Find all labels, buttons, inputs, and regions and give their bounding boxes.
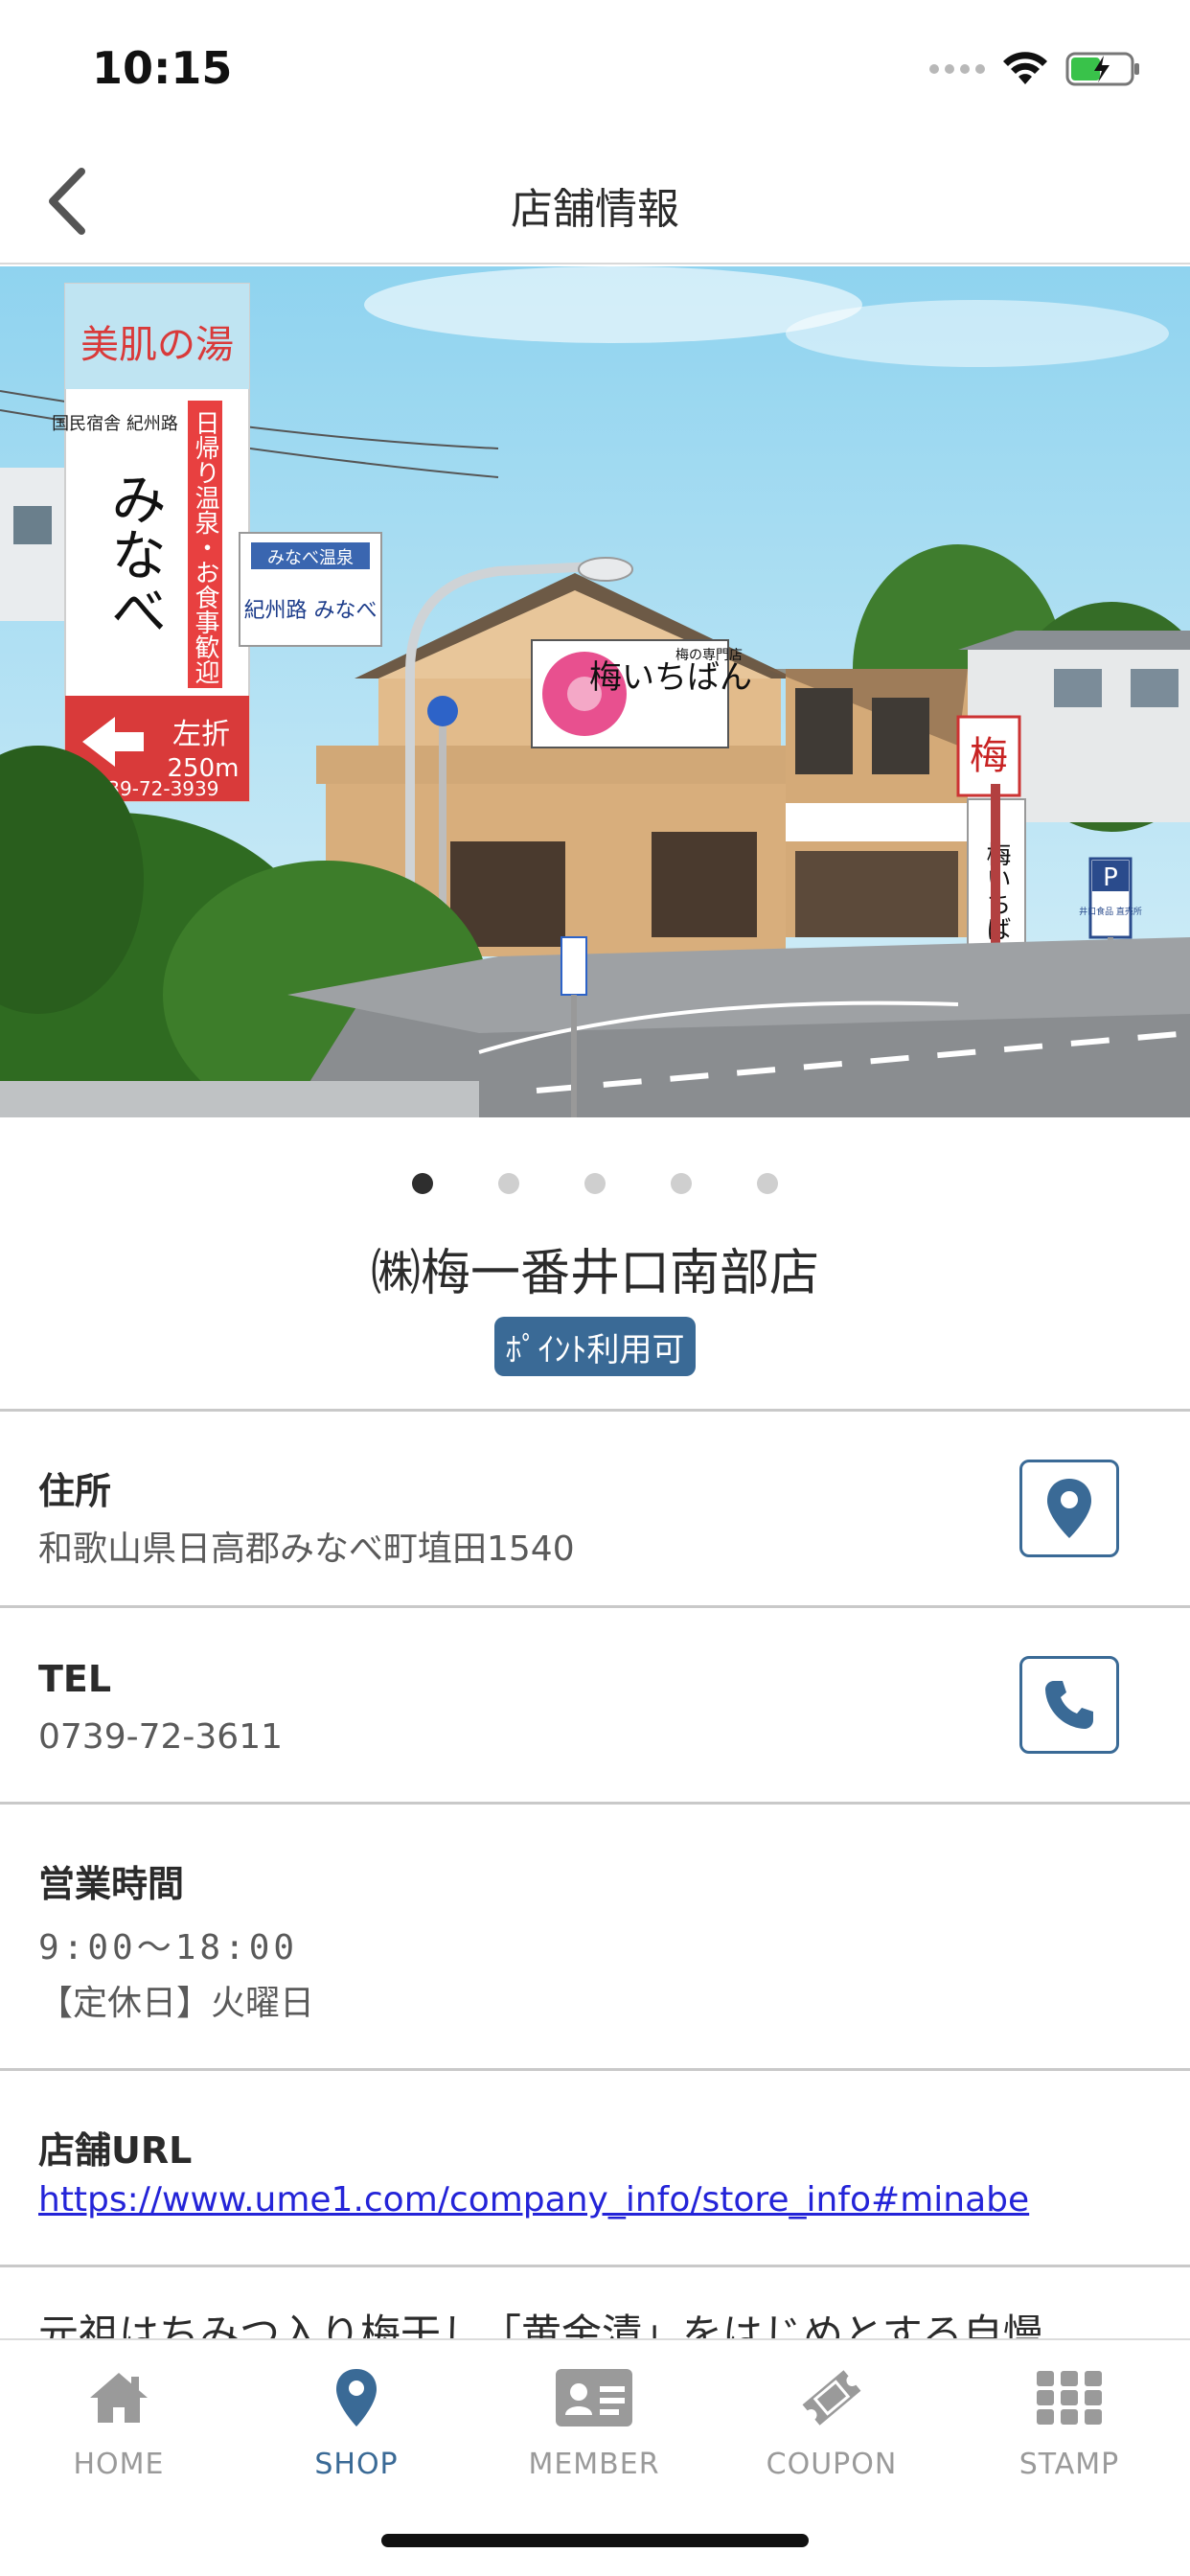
hours-time: 9:00〜18:00 — [38, 1928, 299, 1967]
pager-dot[interactable] — [498, 1173, 519, 1194]
battery-icon — [1065, 52, 1139, 86]
tall-sign-side: 日帰り温泉・お食事歓迎 — [191, 410, 219, 684]
home-icon — [90, 2373, 148, 2423]
tab-stamp[interactable]: STAMP — [950, 2358, 1188, 2481]
tall-sign-sub: 国民宿舎 紀州路 — [52, 414, 178, 434]
building-sign-text: 梅いちばん — [589, 658, 752, 697]
small-sign-top: みなべ温泉 — [267, 548, 354, 568]
tel-row: TEL 0739-72-3611 — [0, 1608, 1190, 1802]
tall-sign-top: 美肌の湯 — [80, 323, 234, 367]
parking-sign: P — [1103, 863, 1118, 892]
wifi-icon — [1003, 52, 1047, 84]
status-bar: 10:15 — [0, 0, 1190, 134]
tab-label: MEMBER — [528, 2448, 660, 2481]
tab-shop[interactable]: SHOP — [238, 2358, 475, 2481]
pager-dot[interactable] — [757, 1173, 778, 1194]
tab-label: HOME — [73, 2448, 165, 2481]
hours-label: 営業時間 — [38, 1863, 185, 1905]
shop-name: ㈱梅一番井口南部店 — [370, 1245, 819, 1302]
shop-photo: 梅いちばん 梅の専門店 美肌の湯 国民宿舎 紀州路 みなべ 日帰り温泉・お食事歓… — [0, 266, 1190, 1117]
carousel-pager — [0, 1173, 1190, 1194]
stamp-grid-icon — [1037, 2371, 1102, 2425]
url-label: 店舗URL — [38, 2129, 193, 2172]
description: 元祖はちみつ入り梅干し「黄金漬」をはじめとする自慢 — [38, 2298, 1159, 2338]
coupon-ticket-icon — [802, 2370, 861, 2426]
tab-home[interactable]: HOME — [0, 2358, 238, 2481]
small-sign-main: 紀州路 みなべ — [244, 599, 378, 623]
map-pin-icon — [336, 2369, 377, 2426]
holiday-value: 【定休日】火曜日 — [38, 1984, 315, 2023]
address-row: 住所 和歌山県日高郡みなべ町埴田1540 — [0, 1412, 1190, 1605]
home-indicator — [381, 2534, 809, 2547]
pager-dot[interactable] — [412, 1173, 433, 1194]
address-label: 住所 — [38, 1470, 112, 1512]
tab-member[interactable]: MEMBER — [475, 2358, 713, 2481]
member-card-icon — [556, 2369, 632, 2426]
tel-label: TEL — [38, 1658, 112, 1700]
store-url-link[interactable]: https://www.ume1.com/company_info/store_… — [38, 2180, 1029, 2220]
tall-sign-main: みなべ — [102, 471, 167, 637]
navigation-bar: 店舗情報 — [0, 134, 1190, 264]
turn-text: 左折 — [172, 718, 230, 751]
pager-dot[interactable] — [671, 1173, 692, 1194]
building-sign-tag: 梅の専門店 — [675, 648, 743, 663]
page-title: 店舗情報 — [511, 185, 679, 234]
point-available-badge: ﾎﾟｲﾝﾄ利用可 — [494, 1317, 696, 1376]
shop-photo-carousel[interactable]: 梅いちばん 梅の専門店 美肌の湯 国民宿舎 紀州路 みなべ 日帰り温泉・お食事歓… — [0, 266, 1190, 1117]
tab-coupon[interactable]: COUPON — [713, 2358, 950, 2481]
tel-value: 0739-72-3611 — [38, 1717, 284, 1757]
cellular-signal-icon — [929, 64, 985, 74]
status-icons — [929, 50, 1142, 88]
tab-label: STAMP — [1018, 2448, 1120, 2481]
call-button[interactable] — [1019, 1656, 1119, 1754]
map-button[interactable] — [1019, 1460, 1119, 1557]
tab-label: SHOP — [314, 2448, 399, 2481]
tab-label: COUPON — [766, 2448, 898, 2481]
status-time: 10:15 — [92, 42, 233, 94]
description-text: 元祖はちみつ入り梅干し「黄金漬」をはじめとする自慢 — [38, 2311, 1043, 2338]
hours-row: 営業時間 9:00〜18:00 【定休日】火曜日 — [0, 1805, 1190, 2068]
divider — [0, 2265, 1190, 2267]
phone-icon — [1045, 1681, 1093, 1729]
pager-dot[interactable] — [584, 1173, 606, 1194]
url-row: 店舗URL https://www.ume1.com/company_info/… — [0, 2071, 1190, 2265]
parking-sub: 井口食品 直売所 — [1079, 906, 1142, 917]
address-value: 和歌山県日高郡みなべ町埴田1540 — [38, 1530, 575, 1569]
ume-sign: 梅 — [970, 734, 1008, 778]
map-pin-icon — [1047, 1479, 1091, 1538]
